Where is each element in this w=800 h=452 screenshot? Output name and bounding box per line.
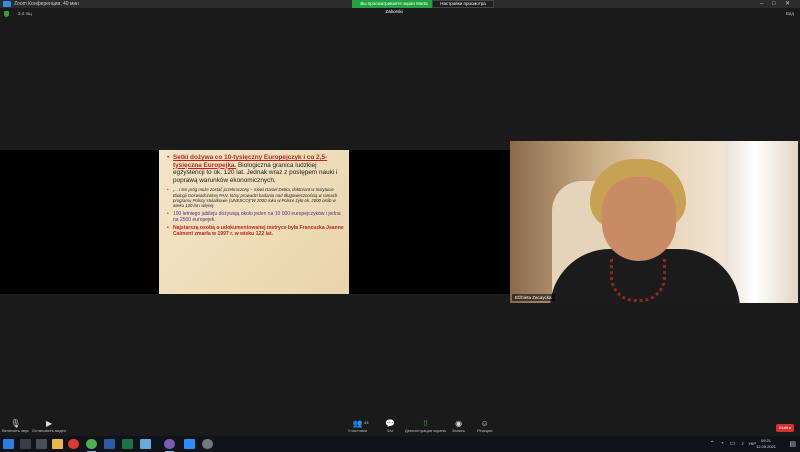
participants-icon: 👥: [352, 419, 363, 428]
reactions-label: Реакции: [477, 428, 493, 433]
windows-taskbar: ⌃ ◔ ▭ ♪ УКР 09:21 12.05.2021 ▤: [0, 436, 800, 452]
app-icon[interactable]: [140, 439, 151, 449]
share-screen-button[interactable]: ⇧ Демонстрация экрана: [405, 419, 446, 434]
share-screen-label: Демонстрация экрана: [405, 428, 446, 433]
mute-button[interactable]: 🎙 Включить звук: [2, 419, 29, 434]
video-curtain: [725, 141, 798, 303]
system-tray-icons[interactable]: ⌃ ◔ ▭ ♪: [710, 440, 746, 447]
camera-icon: ▶: [45, 419, 53, 428]
microphone-muted-icon: 🎙: [10, 419, 21, 428]
slide-bullet-list: Setki dożywa co 10-tysięczny Europejczyk…: [167, 154, 345, 239]
record-icon: ◉: [455, 419, 463, 428]
task-view-icon[interactable]: [36, 439, 47, 449]
participant-name-tag: Elżbieta Zacaycka: [512, 294, 555, 301]
presentation-slide: Setki dożywa co 10-tysięczny Europejczyk…: [159, 150, 349, 294]
chat-icon: 💬: [385, 419, 395, 428]
opera-icon[interactable]: [68, 439, 79, 449]
window-title: Zoom Конференция, 40 мин: [14, 1, 79, 7]
video-necklace: [610, 259, 666, 302]
minimize-button[interactable]: –: [760, 0, 763, 8]
notification-icon[interactable]: ▤: [789, 440, 796, 448]
language-indicator[interactable]: УКР: [748, 441, 756, 446]
end-meeting-button[interactable]: Выйти: [776, 424, 794, 432]
video-label: Остановить видео: [32, 428, 67, 433]
participants-count: 43: [364, 420, 369, 425]
maximize-button[interactable]: □: [772, 0, 776, 8]
video-person-face: [602, 177, 676, 261]
reactions-button[interactable]: ☺ Реакции: [477, 419, 493, 434]
clock-date: 12.05.2021: [755, 444, 776, 449]
screen-share-banner: Вы просматриваете экран Marta Zaborski: [352, 0, 436, 14]
slide-bullet-4: Najstarszą osobą o udokumentowanej metry…: [167, 225, 345, 237]
mute-label: Включить звук: [2, 428, 29, 433]
slide-bullet-2: „... i ten próg może zostać przekroczony…: [167, 187, 345, 208]
slide-bullet-1: Setki dożywa co 10-tysięczny Europejczyk…: [167, 154, 345, 184]
reactions-icon: ☺: [480, 419, 489, 428]
participant-video[interactable]: Elżbieta Zacaycka: [510, 141, 798, 303]
share-screen-icon: ⇧: [422, 419, 429, 428]
meeting-toolbar: 🎙 Включить звук ▶ Остановить видео 👥 Уча…: [0, 418, 800, 436]
close-button[interactable]: ✕: [785, 0, 790, 8]
view-button[interactable]: Вид: [786, 11, 794, 17]
clock[interactable]: 09:21 12.05.2021: [756, 438, 776, 450]
excel-icon[interactable]: [122, 439, 133, 449]
record-label: Запись: [452, 428, 466, 433]
participants-label: Участники: [348, 428, 368, 433]
meeting-info[interactable]: 3,4 ящ: [18, 11, 32, 17]
chrome-icon[interactable]: [86, 439, 97, 452]
view-options-button[interactable]: Настройки просмотра: [432, 0, 494, 8]
settings-icon[interactable]: [202, 439, 213, 449]
zoom-app-icon: [3, 1, 11, 7]
record-button[interactable]: ◉ Запись: [452, 419, 466, 434]
window-titlebar: Zoom Конференция, 40 мин Вы просматривае…: [0, 0, 800, 14]
windows-start-icon[interactable]: [3, 439, 14, 449]
video-button[interactable]: ▶ Остановить видео: [32, 419, 67, 434]
word-icon[interactable]: [104, 439, 115, 449]
zoom-taskbar-icon[interactable]: [184, 439, 195, 449]
viber-icon[interactable]: [164, 439, 175, 452]
meeting-topbar: 3,4 ящ Вид: [0, 8, 800, 20]
file-explorer-icon[interactable]: [52, 439, 63, 449]
search-icon[interactable]: [20, 439, 31, 449]
slide-bullet-3: 100 letniego jubileju dożywają około jed…: [167, 211, 345, 223]
chat-label: Чат: [386, 428, 394, 433]
chat-button[interactable]: 💬 Чат: [385, 419, 395, 434]
security-shield-icon[interactable]: [4, 11, 9, 17]
